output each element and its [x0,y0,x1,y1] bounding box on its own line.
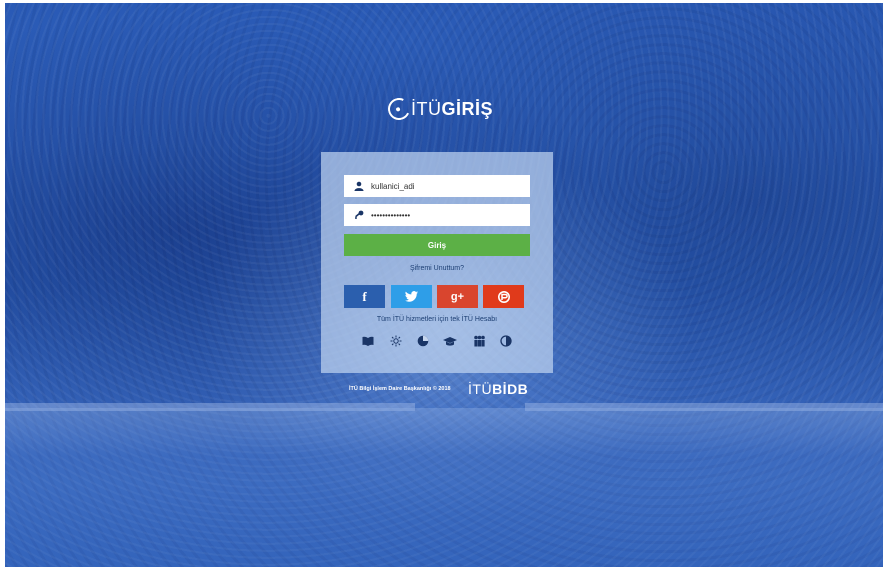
book-icon[interactable] [361,334,375,348]
google-plus-icon: g+ [450,290,465,303]
logo-ring-icon [384,94,414,124]
twitter-button[interactable] [391,285,432,308]
google-plus-button[interactable]: g+ [437,285,478,308]
user-icon [353,180,365,192]
password-input[interactable] [371,210,521,220]
facebook-button[interactable]: f [344,285,385,308]
extra-login-button[interactable] [483,285,524,308]
login-button[interactable]: Giriş [344,234,530,256]
contrast-icon[interactable] [499,334,513,348]
extra-login-icon [497,290,510,303]
services-tagline: Tüm İTÜ hizmetleri için tek İTÜ Hesabı [376,316,498,323]
people-icon[interactable] [472,334,486,348]
username-field[interactable] [344,175,530,197]
bidb-logo: İTÜBİDB [468,381,528,399]
password-field[interactable] [344,204,530,226]
login-panel: Giriş Şifremi Unuttum? f g+ Tüm İTÜ hizm… [321,152,553,373]
pie-chart-icon[interactable] [416,334,430,348]
facebook-icon: f [362,288,367,304]
logo-text-itu: İTÜ [411,98,442,119]
bidb-logo-itu: İTÜ [468,381,493,397]
key-icon [353,209,365,221]
twitter-icon [404,290,419,302]
graduation-cap-icon[interactable] [443,334,457,348]
forgot-password-link[interactable]: Şifremi Unuttum? [321,265,553,272]
footer-copyright: İTÜ Bilgi İşlem Daire Başkanlığı © 2018 [349,386,451,392]
username-input[interactable] [371,181,521,191]
logo-text-giris: GİRİŞ [441,98,494,119]
road [5,408,883,567]
sun-icon[interactable] [389,334,403,348]
bidb-logo-bidb: BİDB [492,381,529,397]
itu-giris-logo: İTÜ GİRİŞ [384,92,494,126]
